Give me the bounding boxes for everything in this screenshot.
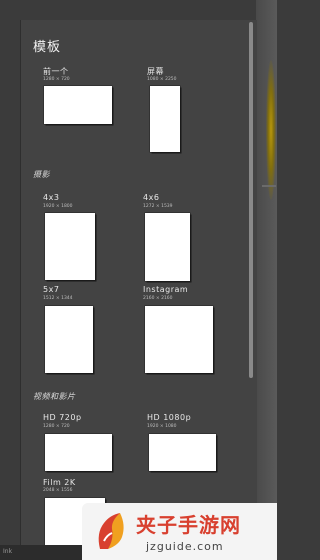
template-dims-previous: 1280 × 720 xyxy=(43,77,70,82)
panel-scrollbar[interactable] xyxy=(249,22,253,378)
template-card-4x6[interactable] xyxy=(145,213,190,281)
template-card-4x3[interactable] xyxy=(45,213,95,280)
template-label-film2k: Film 2K xyxy=(43,478,76,487)
bottom-toolbar: Ink xyxy=(0,545,82,560)
template-card-previous[interactable] xyxy=(44,86,112,124)
watermark-title: 夹子手游网 xyxy=(136,513,241,537)
brush-stroke-preview xyxy=(266,60,276,200)
template-dims-4x6: 1272 × 1539 xyxy=(143,204,173,209)
template-label-hd1080: HD 1080p xyxy=(147,413,192,422)
template-label-instagram: Instagram xyxy=(143,285,189,294)
template-card-hd720[interactable] xyxy=(45,434,112,471)
site-watermark: 夹子手游网 jzguide.com xyxy=(82,503,277,560)
watermark-url: jzguide.com xyxy=(146,540,224,553)
panel-title: 模板 xyxy=(33,40,62,55)
templates-panel: 模板 前一个 1280 × 720 屏幕 1080 × 2250 摄影 4x3 … xyxy=(20,20,257,560)
template-dims-4x3: 1920 × 1800 xyxy=(43,204,73,209)
clip-logo-icon xyxy=(98,513,124,549)
template-label-4x6: 4x6 xyxy=(143,193,160,202)
template-dims-screen: 1080 × 2250 xyxy=(147,77,177,82)
template-label-hd720: HD 720p xyxy=(43,413,82,422)
template-dims-hd720: 1280 × 720 xyxy=(43,424,70,429)
section-title-photography: 摄影 xyxy=(33,170,50,179)
template-card-instagram[interactable] xyxy=(145,306,213,373)
template-card-hd1080[interactable] xyxy=(149,434,216,471)
section-title-video: 视频和影片 xyxy=(33,392,76,401)
template-dims-hd1080: 1920 × 1080 xyxy=(147,424,177,429)
template-label-previous: 前一个 xyxy=(43,67,69,76)
template-dims-5x7: 1512 × 1344 xyxy=(43,296,73,301)
canvas-edge xyxy=(256,0,277,560)
template-label-4x3: 4x3 xyxy=(43,193,60,202)
canvas-divider xyxy=(262,185,276,187)
template-dims-instagram: 2160 × 2160 xyxy=(143,296,173,301)
template-label-screen: 屏幕 xyxy=(147,67,164,76)
template-card-screen[interactable] xyxy=(150,86,180,152)
template-label-5x7: 5x7 xyxy=(43,285,60,294)
template-card-5x7[interactable] xyxy=(45,306,93,373)
template-dims-film2k: 2048 × 1556 xyxy=(43,488,73,493)
bottom-toolbar-label: Ink xyxy=(3,548,13,555)
